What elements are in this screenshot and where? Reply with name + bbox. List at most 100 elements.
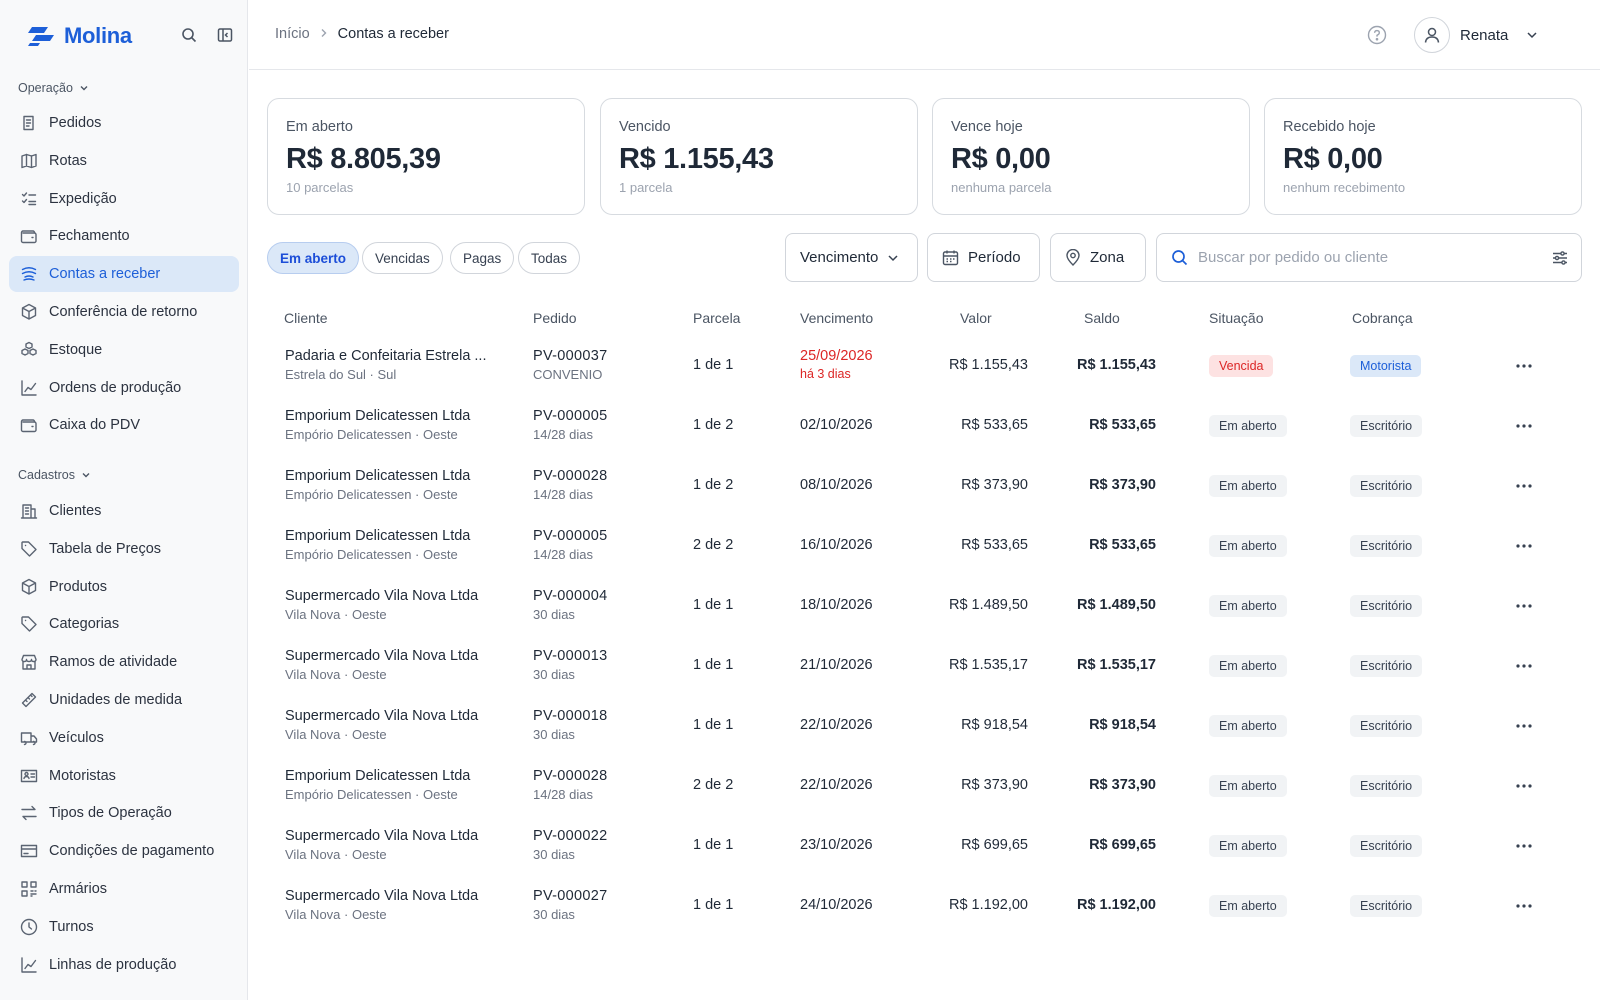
col-pedido[interactable]: Pedido xyxy=(533,310,577,326)
more-actions-icon[interactable] xyxy=(1512,836,1536,856)
tab-pagas[interactable]: Pagas xyxy=(450,242,515,274)
collection-badge: Escritório xyxy=(1350,715,1423,737)
sidebar-item-unidades-de-medida[interactable]: Unidades de medida xyxy=(9,682,239,718)
section-operacao[interactable]: Operação xyxy=(18,81,89,95)
order-number[interactable]: PV-000022 xyxy=(533,828,607,844)
sort-select[interactable]: Vencimento xyxy=(785,233,918,282)
search-input[interactable] xyxy=(1198,249,1541,266)
sidebar-item-veiculos[interactable]: Veículos xyxy=(9,720,239,756)
order-number[interactable]: PV-000028 xyxy=(533,768,607,784)
sidebar-item-label: Produtos xyxy=(49,578,108,595)
sidebar-item-tabela-de-precos[interactable]: Tabela de Preços xyxy=(9,531,239,567)
sidebar-item-turnos[interactable]: Turnos xyxy=(9,909,239,945)
table-row[interactable]: Supermercado Vila Nova Ltda Vila Nova · O… xyxy=(249,636,1600,696)
sidebar-item-estoque[interactable]: Estoque xyxy=(9,332,239,368)
col-vencimento[interactable]: Vencimento xyxy=(800,310,873,326)
help-icon[interactable] xyxy=(1367,25,1387,45)
table-row[interactable]: Emporium Delicatessen Ltda Empório Delica… xyxy=(249,516,1600,576)
col-cobranca[interactable]: Cobrança xyxy=(1352,310,1413,326)
table-row[interactable]: Supermercado Vila Nova Ltda Vila Nova · O… xyxy=(249,876,1600,936)
col-cliente[interactable]: Cliente xyxy=(284,310,328,326)
col-valor[interactable]: Valor xyxy=(960,310,992,326)
more-actions-icon[interactable] xyxy=(1512,896,1536,916)
tab-vencidas[interactable]: Vencidas xyxy=(362,242,443,274)
more-actions-icon[interactable] xyxy=(1512,656,1536,676)
client-name[interactable]: Emporium Delicatessen Ltda xyxy=(285,408,505,424)
sidebar-item-contas-a-receber[interactable]: Contas a receber xyxy=(9,256,239,293)
sidebar-item-conferencia-de-retorno[interactable]: Conferência de retorno xyxy=(9,294,239,330)
order-number[interactable]: PV-000037 xyxy=(533,348,607,364)
client-name[interactable]: Supermercado Vila Nova Ltda xyxy=(285,828,505,844)
table-row[interactable]: Emporium Delicatessen Ltda Empório Delica… xyxy=(249,396,1600,456)
user-menu[interactable]: Renata xyxy=(1414,17,1538,53)
brand-logo[interactable]: Molina xyxy=(26,22,132,50)
box-icon xyxy=(20,303,38,321)
logo-icon xyxy=(28,27,54,46)
tab-todas[interactable]: Todas xyxy=(518,242,581,274)
more-actions-icon[interactable] xyxy=(1512,776,1536,796)
more-actions-icon[interactable] xyxy=(1512,536,1536,556)
breadcrumb-home[interactable]: Início xyxy=(275,26,310,42)
sidebar-item-pedidos[interactable]: Pedidos xyxy=(9,105,239,141)
order-number[interactable]: PV-000028 xyxy=(533,468,607,484)
client-name[interactable]: Supermercado Vila Nova Ltda xyxy=(285,708,505,724)
sidebar-item-ordens-de-producao[interactable]: Ordens de produção xyxy=(9,370,239,406)
client-name[interactable]: Supermercado Vila Nova Ltda xyxy=(285,888,505,904)
sidebar-item-expedicao[interactable]: Expedição xyxy=(9,181,239,217)
order-number[interactable]: PV-000018 xyxy=(533,708,607,724)
table-row[interactable]: Supermercado Vila Nova Ltda Vila Nova · O… xyxy=(249,816,1600,876)
collapse-sidebar-icon[interactable] xyxy=(216,26,234,44)
sidebar-item-tipos-de-operacao[interactable]: Tipos de Operação xyxy=(9,795,239,831)
order-number[interactable]: PV-000004 xyxy=(533,588,607,604)
sidebar-item-ramos-de-atividade[interactable]: Ramos de atividade xyxy=(9,644,239,680)
table-row[interactable]: Supermercado Vila Nova Ltda Vila Nova · O… xyxy=(249,696,1600,756)
more-actions-icon[interactable] xyxy=(1512,356,1536,376)
client-name[interactable]: Supermercado Vila Nova Ltda xyxy=(285,588,505,604)
col-saldo[interactable]: Saldo xyxy=(1084,310,1120,326)
table-row[interactable]: Supermercado Vila Nova Ltda Vila Nova · O… xyxy=(249,576,1600,636)
tab-em-aberto[interactable]: Em aberto xyxy=(267,242,360,274)
more-actions-icon[interactable] xyxy=(1512,476,1536,496)
balance: R$ 373,90 xyxy=(1089,477,1156,493)
order-number[interactable]: PV-000027 xyxy=(533,888,607,904)
collection-badge: Escritório xyxy=(1350,535,1423,557)
sidebar-item-rotas[interactable]: Rotas xyxy=(9,143,239,179)
more-actions-icon[interactable] xyxy=(1512,416,1536,436)
order-number[interactable]: PV-000005 xyxy=(533,528,607,544)
table-row[interactable]: Padaria e Confeitaria Estrela ... Estrela… xyxy=(249,336,1600,396)
card-title: Vencido xyxy=(619,119,671,135)
filter-settings-icon[interactable] xyxy=(1551,249,1569,267)
col-parcela[interactable]: Parcela xyxy=(693,310,740,326)
zone-button[interactable]: Zona xyxy=(1050,233,1146,282)
sidebar-item-motoristas[interactable]: Motoristas xyxy=(9,758,239,794)
more-actions-icon[interactable] xyxy=(1512,716,1536,736)
wallet-icon xyxy=(20,227,38,245)
sidebar-item-produtos[interactable]: Produtos xyxy=(9,569,239,605)
client-name[interactable]: Padaria e Confeitaria Estrela ... xyxy=(285,348,505,364)
payment-term: 14/28 dias xyxy=(533,427,593,442)
due-date-value: 25/09/2026 xyxy=(800,348,873,364)
sidebar-item-fechamento[interactable]: Fechamento xyxy=(9,218,239,254)
client-name[interactable]: Emporium Delicatessen Ltda xyxy=(285,468,505,484)
sidebar-item-condicoes-de-pagamento[interactable]: Condições de pagamento xyxy=(9,833,239,869)
sidebar-item-caixa-do-pdv[interactable]: Caixa do PDV xyxy=(9,407,239,443)
search-icon[interactable] xyxy=(180,26,198,44)
due-date: 16/10/2026 xyxy=(800,537,873,553)
table-row[interactable]: Emporium Delicatessen Ltda Empório Delica… xyxy=(249,756,1600,816)
order-number[interactable]: PV-000005 xyxy=(533,408,607,424)
sidebar-item-clientes[interactable]: Clientes xyxy=(9,493,239,529)
sidebar-item-categorias[interactable]: Categorias xyxy=(9,606,239,642)
section-cadastros[interactable]: Cadastros xyxy=(18,468,91,482)
sidebar-item-armarios[interactable]: Armários xyxy=(9,871,239,907)
table-row[interactable]: Emporium Delicatessen Ltda Empório Delica… xyxy=(249,456,1600,516)
client-name[interactable]: Emporium Delicatessen Ltda xyxy=(285,528,505,544)
sidebar-item-linhas-de-producao[interactable]: Linhas de produção xyxy=(9,947,239,983)
col-situacao[interactable]: Situação xyxy=(1209,310,1263,326)
sidebar-item-label: Tipos de Operação xyxy=(49,805,172,822)
period-button[interactable]: Período xyxy=(927,233,1040,282)
status-badge: Vencida xyxy=(1209,355,1274,377)
order-number[interactable]: PV-000013 xyxy=(533,648,607,664)
client-name[interactable]: Emporium Delicatessen Ltda xyxy=(285,768,505,784)
more-actions-icon[interactable] xyxy=(1512,596,1536,616)
client-name[interactable]: Supermercado Vila Nova Ltda xyxy=(285,648,505,664)
